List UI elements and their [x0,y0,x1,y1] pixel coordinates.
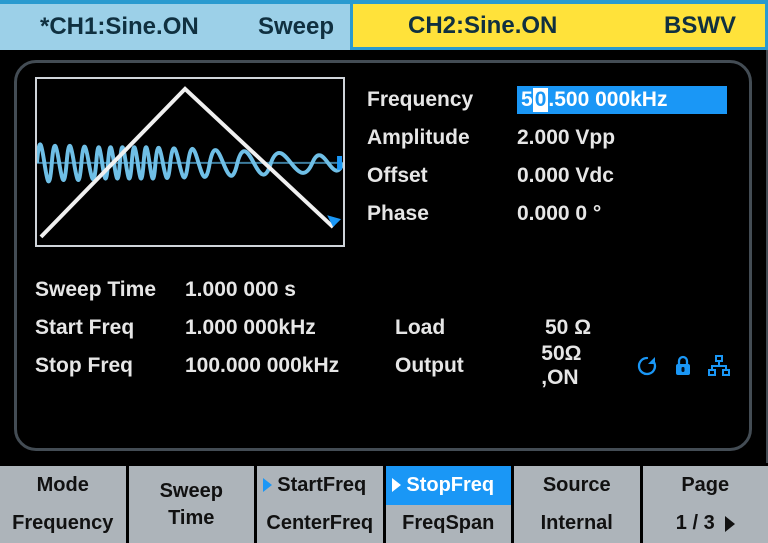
softkey-source-top[interactable]: Source [514,466,640,505]
stop-freq-row[interactable]: Stop Freq 100.000 000kHz [35,347,395,385]
softkey-sweep-bottom: Time [129,505,255,543]
output-settings: Load 50 Ω Output 50Ω ,ON [395,271,731,385]
carrier-params: Frequency 50.500 000kHz Amplitude 2.000 … [367,77,731,247]
start-freq-row[interactable]: Start Freq 1.000 000kHz [35,309,395,347]
sweep-time-row[interactable]: Sweep Time 1.000 000 s [35,271,395,309]
param-phase-label: Phase [367,202,517,226]
stop-freq-value: 100.000 000kHz [185,354,339,378]
softkey-centerfreq-bottom[interactable]: CenterFreq [257,505,383,543]
softkey-sweep-top: Sweep [129,466,255,505]
waveform-preview [35,77,345,247]
param-amplitude-label: Amplitude [367,126,517,150]
sweep-time-value: 1.000 000 s [185,278,296,302]
channel1-label: *CH1:Sine.ON [40,13,258,41]
softkey-source-bottom[interactable]: Internal [514,505,640,543]
frequency-suffix: .500 000kHz [548,88,667,112]
stop-freq-label: Stop Freq [35,354,185,378]
param-offset[interactable]: Offset 0.000 Vdc [367,157,731,195]
instrument-screen: *CH1:Sine.ON Sweep CH2:Sine.ON BSWV [0,0,768,543]
header-right-tag: BSWV [635,12,765,40]
frequency-cursor-digit[interactable]: 0 [533,88,549,112]
softkey-freqspan-bottom[interactable]: FreqSpan [386,505,512,543]
softkey-page-top: Page [643,466,768,505]
softkey-page-bottom[interactable]: 1 / 3 [643,505,768,543]
softkey-mode[interactable]: Mode Frequency [0,466,129,543]
softkey-startfreq-top[interactable]: StartFreq [257,466,383,505]
channel1-mode: Sweep [258,13,350,41]
status-icons [635,354,731,378]
param-frequency-label: Frequency [367,88,517,112]
param-offset-value: 0.000 Vdc [517,164,614,188]
page-next-icon [725,516,735,532]
softkey-page-value: 1 / 3 [676,512,715,535]
softkey-mode-top[interactable]: Mode [0,466,126,505]
network-icon [707,354,731,378]
softkey-stopfreq[interactable]: StopFreq FreqSpan [386,466,515,543]
output-value: 50Ω ,ON [541,342,617,390]
softkey-sweep-time[interactable]: Sweep Time [129,466,258,543]
channel1-tab[interactable]: *CH1:Sine.ON Sweep [0,4,350,50]
header-bar: *CH1:Sine.ON Sweep CH2:Sine.ON BSWV [0,0,768,50]
panel-top: Frequency 50.500 000kHz Amplitude 2.000 … [35,77,731,247]
panel-bottom: Sweep Time 1.000 000 s Start Freq 1.000 … [35,271,731,385]
frequency-prefix: 5 [521,88,533,112]
param-amplitude[interactable]: Amplitude 2.000 Vpp [367,119,731,157]
load-value: 50 Ω [545,316,591,340]
main-body: Frequency 50.500 000kHz Amplitude 2.000 … [0,50,768,463]
main-panel: Frequency 50.500 000kHz Amplitude 2.000 … [14,60,752,451]
sweep-settings: Sweep Time 1.000 000 s Start Freq 1.000 … [35,271,395,385]
load-label: Load [395,316,545,340]
softkey-stopfreq-top-label: StopFreq [406,474,494,497]
softkey-startfreq[interactable]: StartFreq CenterFreq [257,466,386,543]
softkey-mode-bottom[interactable]: Frequency [0,505,126,543]
frequency-input[interactable]: 50.500 000kHz [517,86,727,114]
sweep-time-label: Sweep Time [35,278,185,302]
channel2-tab[interactable]: CH2:Sine.ON BSWV [350,4,768,50]
start-freq-label: Start Freq [35,316,185,340]
softkey-startfreq-top-label: StartFreq [277,474,366,497]
param-phase[interactable]: Phase 0.000 0 ° [367,195,731,233]
channel2-label: CH2:Sine.ON [353,12,635,40]
param-frequency[interactable]: Frequency 50.500 000kHz [367,81,731,119]
output-label: Output [395,354,531,378]
softkey-bar: Mode Frequency Sweep Time StartFreq Cent… [0,463,768,543]
refresh-icon [635,354,659,378]
softkey-page[interactable]: Page 1 / 3 [643,466,768,543]
softkey-stopfreq-top[interactable]: StopFreq [386,466,512,505]
marker-icon [263,478,272,492]
param-phase-value: 0.000 0 ° [517,202,601,226]
start-freq-value: 1.000 000kHz [185,316,316,340]
output-row[interactable]: Output 50Ω ,ON [395,347,731,385]
param-amplitude-value: 2.000 Vpp [517,126,615,150]
param-offset-label: Offset [367,164,517,188]
marker-icon [392,478,401,492]
softkey-source[interactable]: Source Internal [514,466,643,543]
lock-icon [671,354,695,378]
